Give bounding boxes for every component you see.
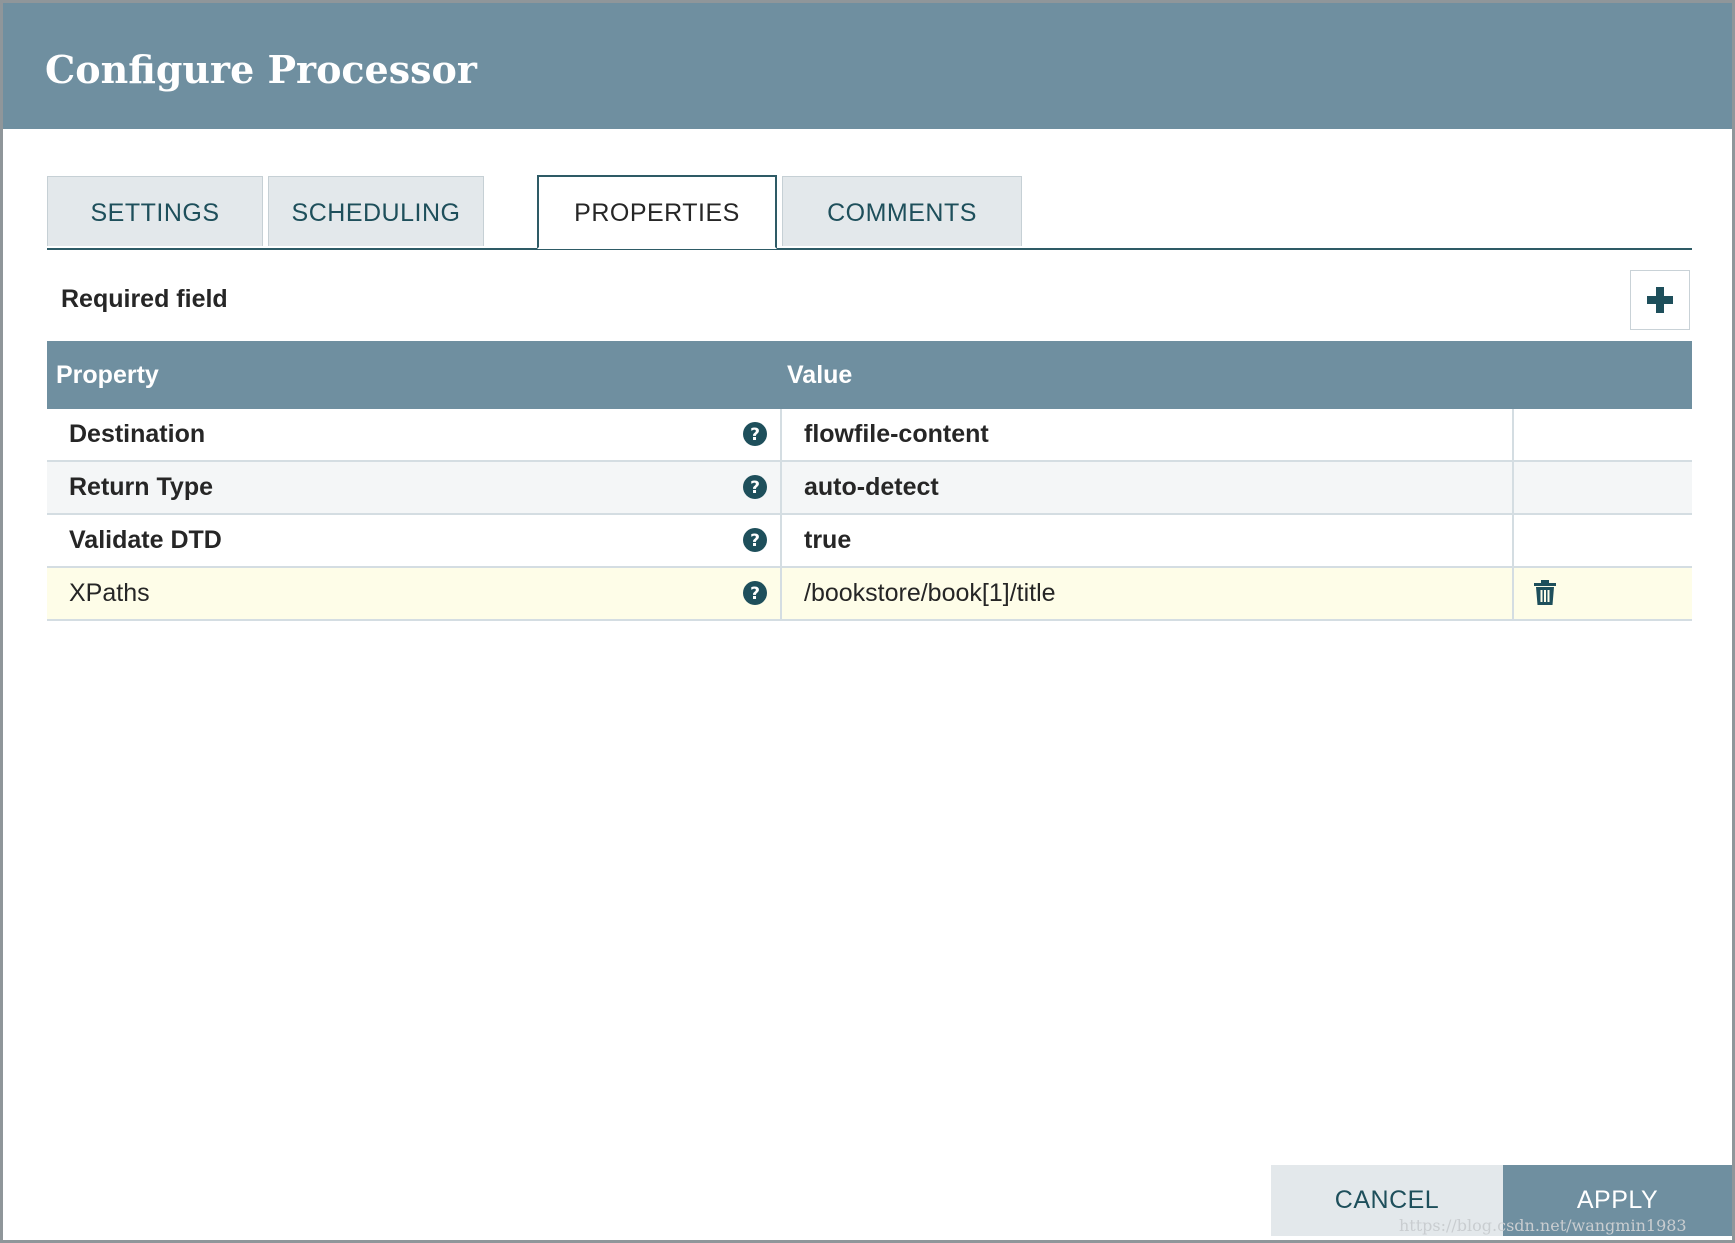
column-divider [1512, 568, 1514, 619]
help-icon[interactable]: ? [742, 580, 768, 606]
help-icon[interactable]: ? [742, 421, 768, 447]
plus-icon [1647, 287, 1673, 313]
property-value[interactable]: flowfile-content [804, 409, 989, 460]
table-row-selected[interactable]: XPaths ? /bookstore/book[1]/title [47, 568, 1692, 621]
help-icon[interactable]: ? [742, 527, 768, 553]
tab-settings[interactable]: SETTINGS [47, 176, 263, 246]
required-field-label: Required field [61, 285, 228, 313]
properties-table: Property Value Destination ? flowfile-co… [47, 341, 1692, 621]
column-header-property: Property [56, 361, 159, 389]
svg-text:?: ? [750, 531, 760, 551]
property-name: Return Type [69, 473, 213, 501]
tab-bar: SETTINGS SCHEDULING PROPERTIES COMMENTS [47, 175, 1692, 250]
table-header: Property Value [47, 341, 1692, 409]
svg-text:?: ? [750, 584, 760, 604]
column-divider [1512, 462, 1514, 513]
property-name: Destination [69, 420, 206, 448]
property-value[interactable]: /bookstore/book[1]/title [804, 568, 1056, 619]
tab-properties[interactable]: PROPERTIES [537, 175, 777, 249]
svg-text:?: ? [750, 478, 760, 498]
column-divider [780, 409, 782, 460]
trash-icon[interactable] [1533, 580, 1557, 606]
svg-text:?: ? [750, 425, 760, 445]
property-value[interactable]: true [804, 515, 851, 566]
watermark-text: https://blog.csdn.net/wangmin1983 [1399, 1216, 1687, 1235]
property-value[interactable]: auto-detect [804, 462, 939, 513]
tab-scheduling[interactable]: SCHEDULING [268, 176, 484, 246]
column-divider [1512, 409, 1514, 460]
column-divider [780, 462, 782, 513]
help-icon[interactable]: ? [742, 474, 768, 500]
column-header-value: Value [787, 361, 853, 389]
configure-processor-dialog: Configure Processor SETTINGS SCHEDULING … [0, 0, 1735, 1243]
column-divider [780, 515, 782, 566]
column-divider [780, 568, 782, 619]
dialog-header: Configure Processor [3, 3, 1732, 129]
property-name: XPaths [69, 579, 150, 607]
dialog-title: Configure Processor [45, 47, 477, 92]
table-row[interactable]: Validate DTD ? true [47, 515, 1692, 568]
tab-comments[interactable]: COMMENTS [782, 176, 1022, 246]
property-name: Validate DTD [69, 526, 222, 554]
add-property-button[interactable] [1630, 270, 1690, 330]
column-divider [1512, 515, 1514, 566]
table-row[interactable]: Return Type ? auto-detect [47, 462, 1692, 515]
table-row[interactable]: Destination ? flowfile-content [47, 409, 1692, 462]
